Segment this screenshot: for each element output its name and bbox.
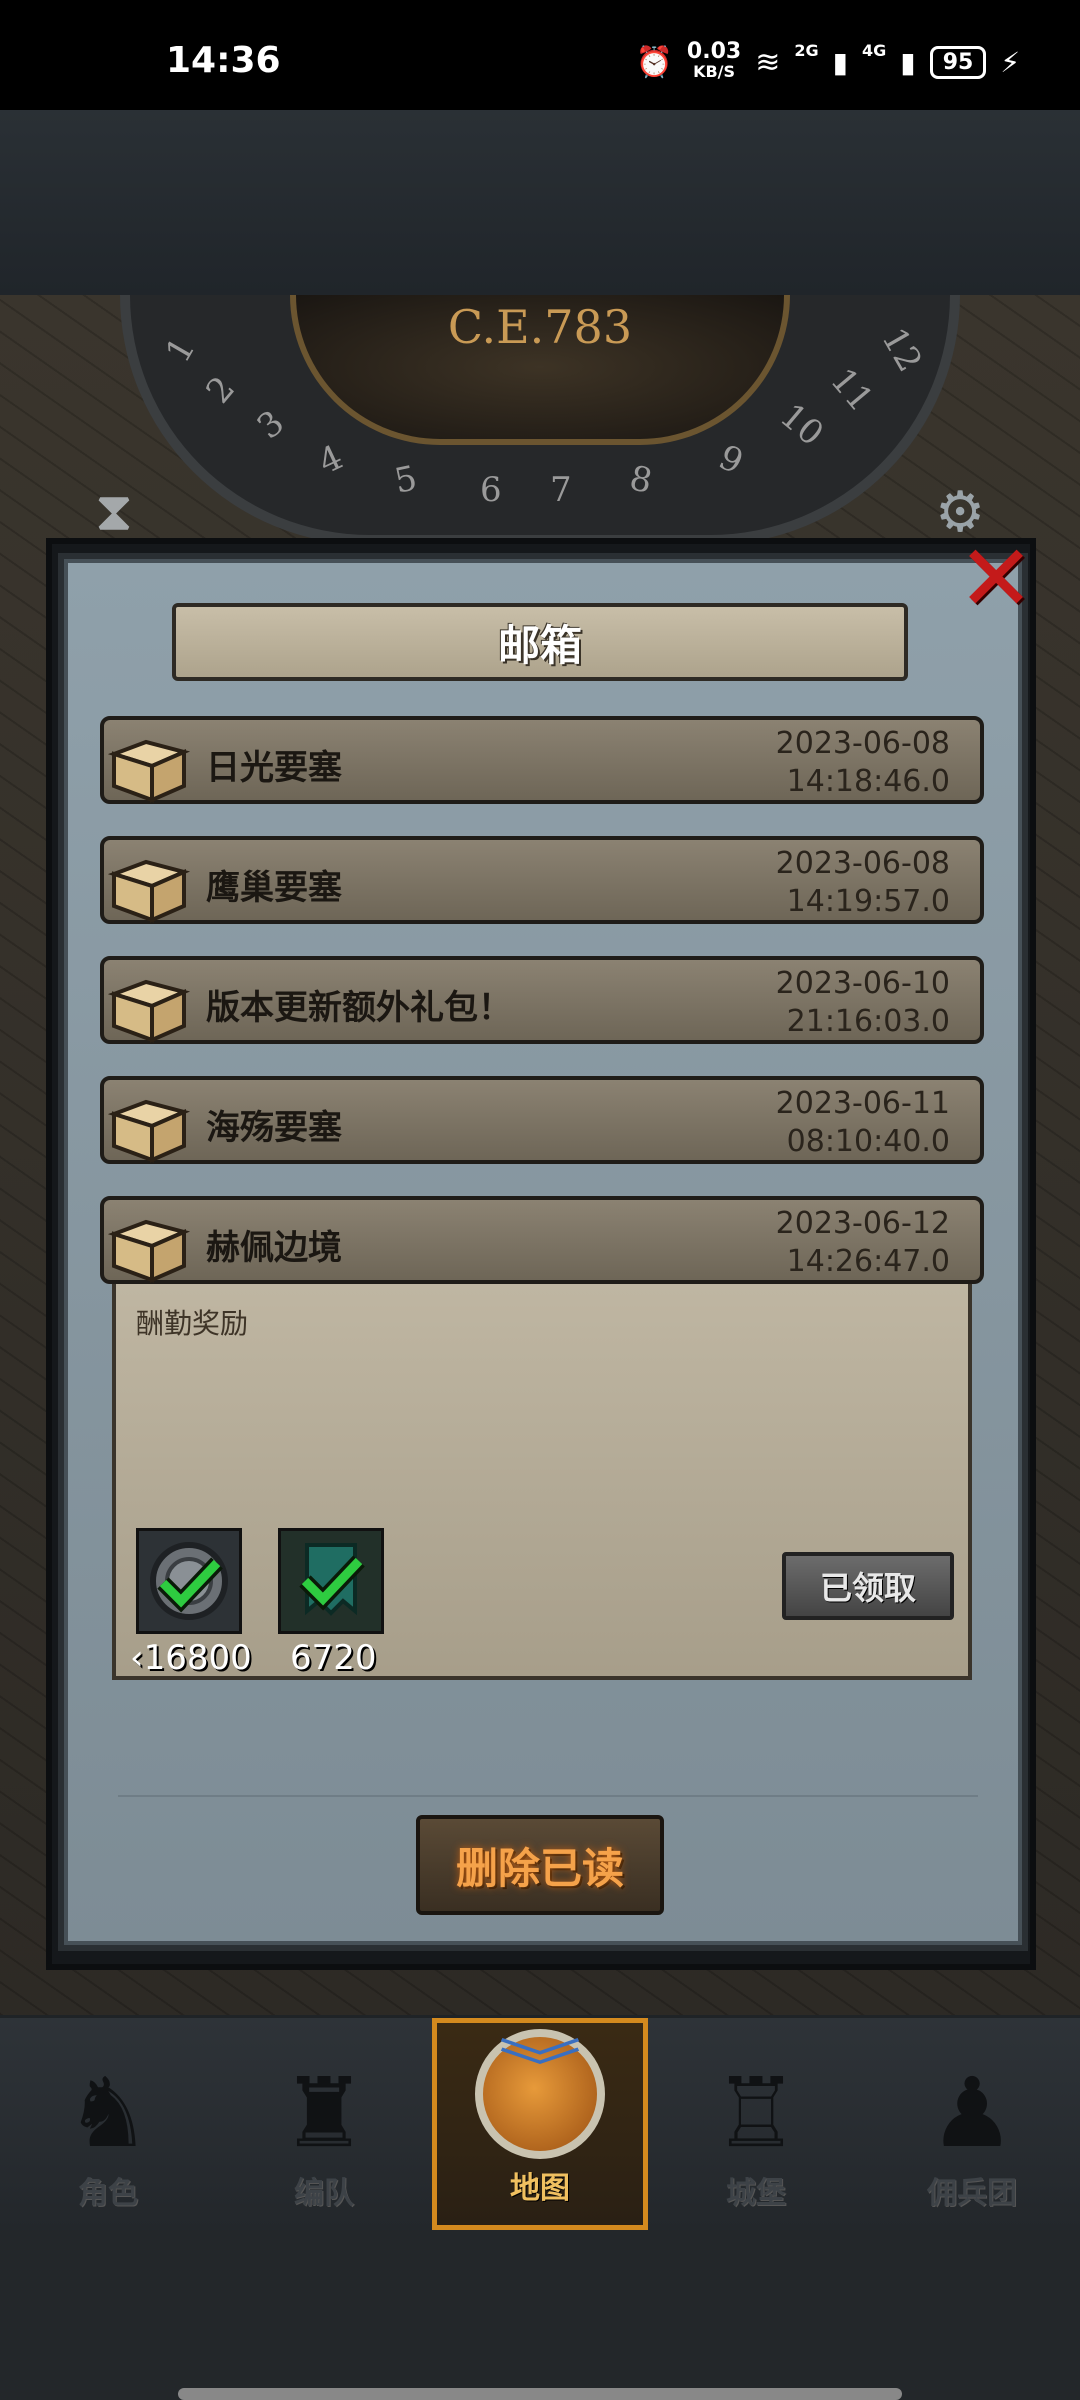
mercenary-icon: ♟ [928, 2057, 1016, 2169]
mail-time: 08:10:40.0 [786, 1124, 950, 1159]
mailbox-title-plate: 邮箱 [172, 603, 908, 681]
dial-number: 6 [480, 470, 502, 510]
nav-label: 城堡 [726, 2176, 786, 2211]
mail-subject: 鹰巢要塞 [206, 868, 342, 908]
network-2g-label: 2G [794, 40, 819, 60]
mail-subject: 日光要塞 [206, 748, 342, 788]
nav-item-mercenary[interactable]: ♟ 佣兵团 [864, 2018, 1080, 2230]
mail-subject: 赫佩边境 [206, 1228, 342, 1268]
nav-label: 地图 [510, 2171, 570, 2206]
mail-item[interactable]: 版本更新额外礼包！ 2023-06-10 21:16:03.0 [100, 956, 984, 1044]
hourglass-icon[interactable]: ⧗ [95, 480, 133, 544]
nav-label: 角色 [78, 2176, 138, 2211]
mail-date: 2023-06-12 [775, 1206, 950, 1241]
reward-amount: ‹16800 [130, 1638, 252, 1678]
wifi-icon: ≋ [755, 44, 781, 80]
status-time: 14:36 [166, 40, 281, 81]
chevron-down-icon: ︾ [498, 2034, 582, 2104]
mail-content: 酬勤奖励 [136, 1307, 249, 1340]
battery-indicator: 95 [929, 45, 987, 79]
mail-date: 2023-06-11 [775, 1086, 950, 1121]
mailbox-title: 邮箱 [497, 620, 582, 670]
signal-icon: ▮ [832, 45, 849, 79]
network-4g-label: 4G [862, 40, 887, 60]
close-button[interactable]: ✕ [955, 533, 1037, 625]
status-bar: 14:36 ⏰ 0.03 KB/S ≋ 2G ▮ 4G ▮ 95 ⚡ [0, 0, 1080, 110]
charging-icon: ⚡ [1000, 45, 1020, 79]
alarm-icon: ⏰ [635, 44, 673, 80]
close-icon: ✕ [957, 525, 1035, 632]
mail-time: 14:19:57.0 [786, 884, 950, 919]
game-header-band [0, 110, 1080, 295]
nav-item-castle[interactable]: ♖ 城堡 [648, 2018, 864, 2230]
knight-icon: ♞ [64, 2057, 152, 2169]
mail-chest-icon [107, 739, 191, 804]
delete-read-button[interactable]: 删除已读 [416, 1815, 664, 1915]
nav-item-character[interactable]: ♞ 角色 [0, 2018, 216, 2230]
mail-item[interactable]: 海殇要塞 2023-06-11 08:10:40.0 [100, 1076, 984, 1164]
mail-subject: 海殇要塞 [206, 1108, 342, 1148]
signal-icon: ▮ [900, 45, 916, 79]
mail-chest-icon [107, 1099, 191, 1164]
dialog-divider [118, 1795, 978, 1797]
squad-icon: ♜ [280, 2057, 368, 2169]
reward-item[interactable] [278, 1528, 384, 1634]
mail-date: 2023-06-10 [775, 966, 950, 1001]
mail-subject: 版本更新额外礼包！ [206, 988, 512, 1028]
mail-chest-icon [107, 979, 191, 1044]
status-icons: ⏰ 0.03 KB/S ≋ 2G ▮ 4G ▮ 95 ⚡ [635, 39, 1020, 82]
network-speed: 0.03 KB/S [686, 39, 742, 82]
mail-date: 2023-06-08 [775, 726, 950, 761]
mail-item-selected[interactable]: 赫佩边境 2023-06-12 14:26:47.0 [100, 1196, 984, 1284]
claimed-button[interactable]: 已领取 [782, 1552, 954, 1620]
home-indicator[interactable] [178, 2388, 902, 2400]
mail-date: 2023-06-08 [775, 846, 950, 881]
mail-chest-icon [107, 1219, 191, 1284]
reward-amount: 6720 [290, 1638, 377, 1678]
silver-coin-icon [150, 1542, 228, 1620]
nav-item-squad[interactable]: ♜ 编队 [216, 2018, 432, 2230]
mail-item[interactable]: 鹰巢要塞 2023-06-08 14:19:57.0 [100, 836, 984, 924]
mail-chest-icon [107, 859, 191, 924]
mail-time: 14:26:47.0 [786, 1244, 950, 1279]
banner-icon [281, 1531, 381, 1631]
mail-item[interactable]: 日光要塞 2023-06-08 14:18:46.0 [100, 716, 984, 804]
nav-label: 佣兵团 [927, 2176, 1017, 2211]
nav-label: 编队 [294, 2176, 354, 2211]
reward-item[interactable] [136, 1528, 242, 1634]
mail-time: 14:18:46.0 [786, 764, 950, 799]
bottom-band [0, 2230, 1080, 2400]
mail-time: 21:16:03.0 [786, 1004, 950, 1039]
dial-number: 7 [550, 470, 572, 510]
castle-icon: ♖ [712, 2057, 800, 2169]
